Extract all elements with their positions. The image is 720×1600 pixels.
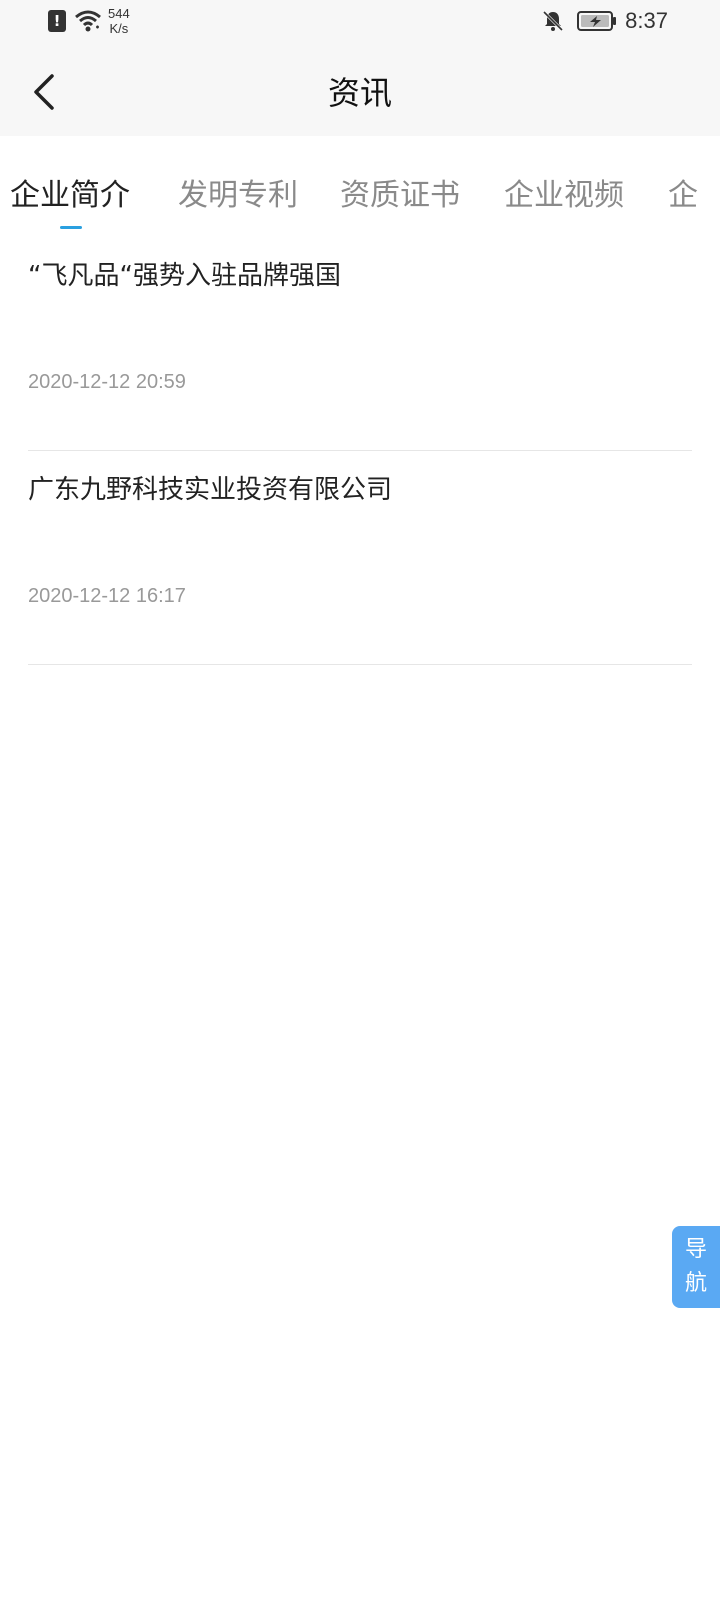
news-title: 广东九野科技实业投资有限公司 bbox=[28, 475, 393, 505]
status-time: 8:37 bbox=[625, 8, 668, 33]
news-item[interactable]: 广东九野科技实业投资有限公司 2020-12-12 16:17 bbox=[28, 450, 692, 665]
news-title: “飞凡品“强势入驻品牌强国 bbox=[28, 261, 341, 291]
tab-company-intro[interactable]: 企业简介 bbox=[10, 178, 130, 214]
tab-patents[interactable]: 发明专利 bbox=[178, 178, 298, 214]
tab-more[interactable]: 企 bbox=[668, 178, 698, 214]
tab-active-indicator bbox=[60, 226, 82, 229]
tab-certificates[interactable]: 资质证书 bbox=[340, 178, 460, 214]
news-date: 2020-12-12 16:17 bbox=[28, 585, 186, 607]
tab-strip[interactable]: 企业简介 发明专利 资质证书 企业视频 企 bbox=[0, 136, 720, 236]
status-left: ! 544 K/s bbox=[48, 6, 130, 36]
bell-muted-icon bbox=[543, 10, 564, 32]
chevron-left-icon bbox=[34, 74, 54, 110]
news-item[interactable]: “飞凡品“强势入驻品牌强国 2020-12-12 20:59 bbox=[28, 236, 692, 451]
network-speed: 544 K/s bbox=[108, 6, 130, 36]
back-button[interactable] bbox=[22, 68, 66, 116]
sim-alert-icon: ! bbox=[48, 10, 66, 32]
network-speed-unit: K/s bbox=[109, 21, 129, 36]
nav-bar: 资讯 bbox=[0, 50, 720, 136]
tab-company-video[interactable]: 企业视频 bbox=[504, 178, 624, 214]
network-speed-value: 544 bbox=[108, 6, 130, 21]
status-bar: ! 544 K/s 8:37 bbox=[0, 0, 720, 50]
battery-charging-icon bbox=[577, 11, 617, 31]
wifi-icon bbox=[75, 10, 101, 32]
sim-alert-glyph: ! bbox=[53, 11, 61, 30]
news-date: 2020-12-12 20:59 bbox=[28, 371, 186, 393]
status-right: 8:37 bbox=[541, 8, 668, 34]
floating-nav-label-1: 导 bbox=[684, 1237, 707, 1262]
floating-nav-button[interactable]: 导 航 bbox=[672, 1226, 720, 1308]
page-title: 资讯 bbox=[327, 74, 392, 112]
floating-nav-label-2: 航 bbox=[684, 1271, 707, 1296]
